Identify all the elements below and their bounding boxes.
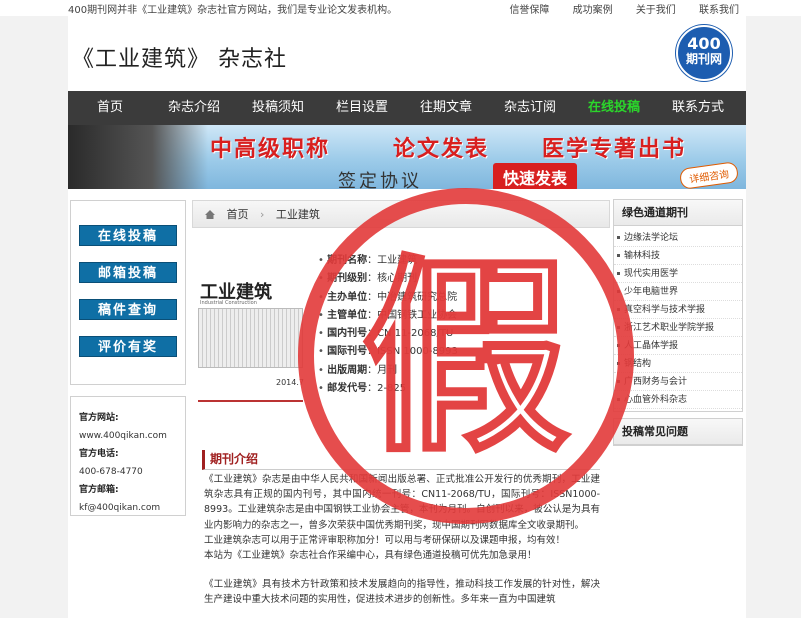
journal-info-list: 期刊名称：工业建筑 期刊级别：核心期刊 主办单位：中冶建筑研究总院 主管单位：中… [318,252,458,398]
breadcrumb-current: 工业建筑 [275,208,320,221]
banner-text-3: 医学专著出书 [542,137,687,162]
disclaimer-text: 400期刊网并非《工业建筑》杂志社官方网站，我们是专业论文发表机构。 [68,5,398,16]
journal-link[interactable]: 浙江艺术职业学院学报 [614,319,742,337]
phone-value: 400-678-4770 [79,467,143,477]
breadcrumb: 首页 › 工业建筑 [192,200,610,228]
journal-link[interactable]: 边缘法学论坛 [614,229,742,247]
top-link-reputation[interactable]: 信誉保障 [509,5,549,16]
journal-link[interactable]: 广西财务与会计 [614,373,742,391]
home-icon [205,210,215,219]
promo-banner[interactable]: 中高级职称 论文发表 医学专著出书 签定协议 快速发表 详细咨询 [68,125,746,189]
section-title: 期刊介绍 [202,450,600,470]
page-container: 《工业建筑》 杂志社 400 期刊网 首页 杂志介绍 投稿须知 栏目设置 往期文… [68,16,746,618]
site-value[interactable]: www.400qikan.com [79,427,177,445]
info-row: 国内刊号：CN 11-2068/TU [318,325,458,343]
email-submit-button[interactable]: 邮箱投稿 [79,262,177,283]
nav-contact[interactable]: 联系方式 [662,91,734,125]
journal-link[interactable]: 心血管外科杂志 [614,391,742,409]
site-title: 《工业建筑》 杂志社 [72,47,287,72]
cover-divider [198,400,303,402]
nav-submission-guide[interactable]: 投稿须知 [242,91,314,125]
main-content: 首页 › 工业建筑 工业建筑 Industrial Construction 2… [192,200,610,618]
intro-paragraph: 《工业建筑》具有技术方针政策和技术发展趋向的指导性，推动科技工作发展的针对性，解… [204,579,600,606]
info-row: 出版周期：月刊 [318,362,458,380]
journal-link[interactable]: 输林科技 [614,247,742,265]
nav-past-articles[interactable]: 往期文章 [410,91,482,125]
journal-intro: 《工业建筑》杂志是由中华人民共和国新闻出版总署、正式批准公开发行的优秀期刊，工业… [204,472,600,608]
nav-home[interactable]: 首页 [74,91,146,125]
top-notice-bar: 400期刊网并非《工业建筑》杂志社官方网站，我们是专业论文发表机构。 信誉保障 … [0,0,801,16]
journal-link[interactable]: 人工晶体学报 [614,337,742,355]
banner-text-2: 论文发表 [393,137,490,162]
online-submit-button[interactable]: 在线投稿 [79,225,177,246]
cover-subtitle: Industrial Construction [200,300,257,306]
email-value[interactable]: kf@400qikan.com [79,499,177,517]
nav-magazine-intro[interactable]: 杂志介绍 [158,91,230,125]
nav-subscribe[interactable]: 杂志订阅 [494,91,566,125]
info-row: 主管单位：中国钢铁工业协会 [318,307,458,325]
banner-consult-button[interactable]: 详细咨询 [678,161,740,189]
breadcrumb-home[interactable]: 首页 [227,208,249,221]
faq-heading[interactable]: 投稿常见问题 [614,419,742,445]
intro-paragraph: 《工业建筑》杂志是由中华人民共和国新闻出版总署、正式批准公开发行的优秀期刊，工业… [204,474,600,531]
journal-cover: 工业建筑 Industrial Construction 2014.7 [198,250,304,402]
info-row: 期刊级别：核心期刊 [318,270,458,288]
site-header: 《工业建筑》 杂志社 400 期刊网 [68,16,746,90]
logo-number: 400 [687,34,721,53]
left-sidebar: 在线投稿 邮箱投稿 稿件查询 评价有奖 官方网站: www.400qikan.c… [70,200,186,516]
banner-text-1: 中高级职称 [210,137,331,162]
review-reward-button[interactable]: 评价有奖 [79,336,177,357]
banner-text-4: 签定协议 [338,171,422,189]
main-nav: 首页 杂志介绍 投稿须知 栏目设置 往期文章 杂志订阅 在线投稿 联系方式 [68,91,746,125]
info-row: 期刊名称：工业建筑 [318,252,458,270]
nav-online-submit[interactable]: 在线投稿 [578,91,650,125]
contact-box: 官方网站: www.400qikan.com 官方电话: 400-678-477… [70,396,186,516]
graduates-image [68,125,208,189]
green-channel-heading: 绿色通道期刊 [614,200,742,226]
phone-label: 官方电话: [79,449,119,459]
site-label: 官方网站: [79,413,119,423]
journal-link[interactable]: 钢结构 [614,355,742,373]
journal-link[interactable]: 真空科学与技术学报 [614,301,742,319]
top-links: 信誉保障 成功案例 关于我们 联系我们 [489,1,739,16]
nav-columns[interactable]: 栏目设置 [326,91,398,125]
top-link-about[interactable]: 关于我们 [636,5,676,16]
banner-text-5: 快速发表 [493,163,578,189]
manuscript-query-button[interactable]: 稿件查询 [79,299,177,320]
email-label: 官方邮箱: [79,485,119,495]
top-link-cases[interactable]: 成功案例 [573,5,613,16]
site-logo[interactable]: 400 期刊网 [676,25,732,81]
journal-link[interactable]: 少年电脑世界 [614,283,742,301]
intro-paragraph: 本站为《工业建筑》杂志社合作采编中心，具有绿色通道投稿可优先加急录用！ [204,550,537,562]
green-channel-box: 绿色通道期刊 边缘法学论坛 输林科技 现代实用医学 少年电脑世界 真空科学与技术… [613,199,743,412]
breadcrumb-separator: › [260,208,265,221]
cover-illustration [198,308,303,368]
info-row: 主办单位：中冶建筑研究总院 [318,289,458,307]
info-row: 邮发代号：2-825 [318,380,458,398]
action-buttons-box: 在线投稿 邮箱投稿 稿件查询 评价有奖 [70,200,186,385]
intro-paragraph: 工业建筑杂志可以用于正常评审职称加分！可以用与考研保研以及课题申报，均有效！ [204,534,566,546]
cover-date: 2014.7 [276,378,304,387]
top-link-contact[interactable]: 联系我们 [699,5,739,16]
logo-text: 期刊网 [685,52,722,66]
right-sidebar: 绿色通道期刊 边缘法学论坛 输林科技 现代实用医学 少年电脑世界 真空科学与技术… [613,199,743,446]
faq-box: 投稿常见问题 [613,418,743,446]
journal-link-list: 边缘法学论坛 输林科技 现代实用医学 少年电脑世界 真空科学与技术学报 浙江艺术… [614,226,742,411]
journal-link[interactable]: 现代实用医学 [614,265,742,283]
info-row: 国际刊号：ISSN 1000-8993 [318,343,458,361]
